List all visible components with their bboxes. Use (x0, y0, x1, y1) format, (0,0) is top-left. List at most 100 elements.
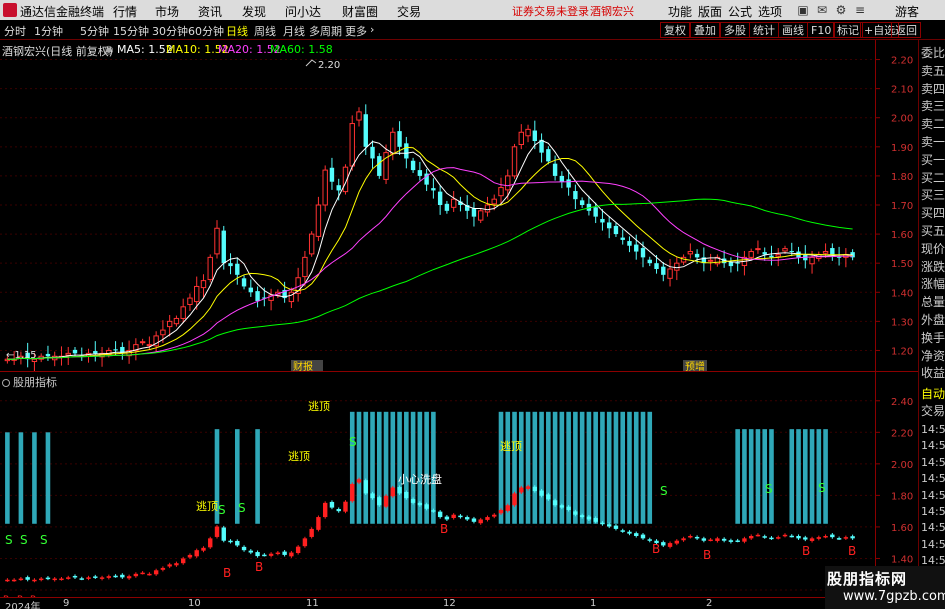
lower-candle-body (525, 486, 531, 489)
signal-bar (349, 411, 355, 524)
signal-bar (255, 429, 260, 524)
lower-candle-body (715, 538, 720, 541)
lower-candle-body (25, 577, 30, 580)
candle-body (437, 191, 443, 205)
candle-body (315, 204, 322, 237)
signal-bar (627, 411, 632, 524)
lower-candle-body (512, 493, 517, 506)
candle-body (241, 278, 247, 287)
lower-candle-body (661, 542, 666, 546)
quote-label: 涨幅 (921, 277, 945, 292)
candle-body (180, 306, 186, 319)
kline-chart[interactable]: 2.20 2.10 2.00 1.90 1.80 1.70 1.60 1.50 1.40 1.30… (0, 0, 918, 597)
signal-bar (579, 411, 585, 524)
candle-body (593, 207, 598, 217)
lower-candle-body (167, 564, 172, 567)
signal-bar (742, 429, 747, 524)
signal-buy-b: B (652, 542, 660, 556)
candle-body (789, 250, 794, 252)
signal-bar (633, 411, 639, 524)
quote-label: 买三 (921, 188, 945, 203)
signal-bar (586, 411, 592, 524)
signal-bars (5, 411, 828, 524)
quote-label: 卖二 (921, 117, 945, 132)
lower-candle-body (275, 552, 281, 555)
lower-candle-body (789, 535, 794, 538)
signal-sell-s: S (20, 533, 28, 547)
candle-body (620, 237, 625, 240)
signal-escape-top: 逃顶 (288, 450, 310, 463)
candle-body (627, 241, 632, 246)
lower-candle-body (485, 517, 490, 520)
signal-buy-b: B (440, 522, 448, 536)
signal-bar (404, 411, 409, 524)
signal-bar (397, 411, 402, 524)
lower-candle-body (694, 536, 700, 539)
lower-candle-body (552, 500, 558, 506)
candle-body (113, 349, 118, 351)
quote-label: 买二 (921, 170, 945, 185)
lower-candle-body (478, 519, 483, 524)
lower-candle-body (262, 554, 267, 557)
lower-indicator-label[interactable]: 股朋指标 (2, 374, 57, 390)
price-tick-label: 1.90 (891, 143, 913, 154)
candle-body (782, 248, 788, 252)
lower-candle-body (728, 540, 734, 542)
lower-candle-body (464, 517, 470, 520)
indicator-toggle-icon[interactable] (2, 379, 10, 387)
lower-candle-body (586, 516, 592, 520)
candle-body (546, 149, 551, 162)
lower-candle-body (11, 579, 17, 582)
candle-body (349, 123, 355, 167)
quote-label: 净资 (921, 348, 945, 363)
date-axis: 2024年 9 10 11 12 1 2 (0, 597, 875, 609)
signal-buy-b: B (223, 566, 231, 580)
lower-candle-body (356, 479, 362, 483)
lower-candles (5, 477, 855, 583)
lower-candle-body (532, 486, 538, 492)
lower-candle-body (579, 515, 585, 518)
candle-body (566, 179, 571, 188)
lower-candle-body (843, 537, 849, 539)
date-label: 9 (63, 598, 70, 609)
lower-candle-body (147, 573, 152, 576)
candle-body (45, 353, 51, 357)
price-tick-label: 1.60 (891, 230, 913, 241)
lower-candle-body (850, 536, 855, 539)
lower-candle-body (640, 534, 646, 539)
signal-sell-s: S (818, 481, 826, 495)
value-tick-label: 1.40 (891, 554, 913, 565)
quote-label: 总量 (921, 295, 945, 310)
candle-body (735, 262, 740, 264)
candle-body (390, 131, 396, 155)
quote-label: 现价 (921, 241, 945, 256)
candle-body (511, 146, 518, 177)
signal-bar (809, 429, 815, 524)
trade-label[interactable]: 交易 (921, 402, 945, 419)
lower-candle-body (539, 490, 544, 496)
candle-body (214, 227, 220, 255)
signal-bar (755, 429, 761, 524)
candle-body (667, 268, 673, 279)
signal-bar (356, 411, 362, 524)
lower-candle-body (397, 487, 402, 494)
signal-bar (431, 411, 436, 524)
signal-bar (796, 429, 801, 524)
lower-candle-body (830, 534, 835, 538)
signal-bar (593, 411, 598, 524)
quote-label: 卖四 (921, 81, 945, 96)
lower-candle-body (823, 535, 828, 538)
lower-candle-body (201, 547, 206, 551)
date-label: 1 (590, 598, 597, 609)
signal-bar (613, 411, 619, 524)
auto-trade-label[interactable]: 自动 (921, 385, 945, 402)
lower-candle-body (681, 538, 686, 541)
ma-lines (7, 139, 853, 360)
lower-candle-body (113, 575, 118, 578)
quote-label: 换手 (921, 330, 945, 345)
signal-bar (816, 429, 822, 524)
lower-candle-body (613, 525, 619, 529)
tick-time: 14:56 (921, 505, 945, 518)
lower-candle-body (309, 528, 314, 537)
lower-candle-body (370, 493, 375, 499)
